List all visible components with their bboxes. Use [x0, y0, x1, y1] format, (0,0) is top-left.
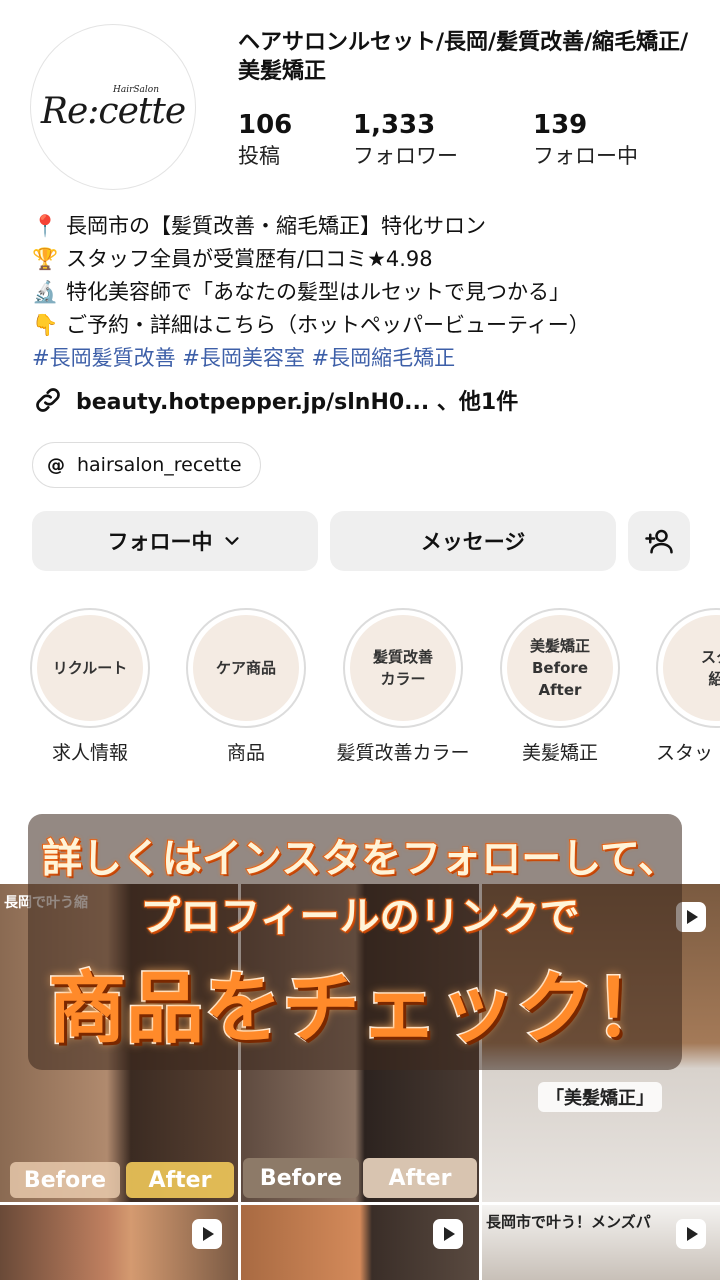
- highlight-ring: 美髪矯正 Before After: [500, 608, 620, 728]
- highlight-cover: 美髪矯正 Before After: [507, 615, 613, 721]
- message-button-label: メッセージ: [420, 530, 526, 554]
- highlight-recruit[interactable]: リクルート 求人情報: [30, 608, 150, 765]
- post-tile[interactable]: 長岡市で叶う！メンズパ: [482, 1205, 720, 1280]
- pin-icon: 📍: [32, 214, 59, 238]
- highlight-ring: ケア商品: [186, 608, 306, 728]
- following-button[interactable]: フォロー中: [32, 511, 318, 571]
- profile-avatar[interactable]: HairSalon Re:cette: [30, 24, 196, 190]
- stat-posts-label: 投稿: [238, 144, 280, 168]
- promo-line-1: 詳しくはインスタをフォローして、: [41, 835, 679, 883]
- bio-line-text: 特化美容師で「あなたの髪型はルセットで見つかる」: [66, 280, 570, 304]
- stat-followers-label: フォロワー: [353, 144, 458, 168]
- highlight-cover: ケア商品: [193, 615, 299, 721]
- highlight-caption: 美髪矯正: [521, 742, 598, 764]
- add-person-icon: [645, 529, 673, 554]
- profile-link[interactable]: beauty.hotpepper.jp/slnH0... 、他1件: [32, 384, 518, 416]
- threads-icon: @: [47, 454, 65, 476]
- reel-icon: [676, 1219, 706, 1249]
- following-button-label: フォロー中: [107, 530, 213, 554]
- before-label: Before: [10, 1162, 120, 1198]
- stat-posts[interactable]: 106 投稿: [238, 110, 292, 172]
- post-tag: 「美髪矯正」: [538, 1082, 662, 1112]
- pointing-down-icon: 👇: [32, 313, 59, 337]
- highlight-caption: 髪質改善カラー: [336, 742, 470, 764]
- logo-main-text: Re:cette: [40, 90, 186, 132]
- message-button[interactable]: メッセージ: [330, 511, 616, 571]
- post-tile[interactable]: [0, 1205, 238, 1280]
- stat-posts-value: 106: [238, 110, 293, 140]
- bio-line-text: ご予約・詳細はこちら（ホットペッパービューティー）: [66, 313, 590, 337]
- stat-following-value: 139: [533, 110, 588, 140]
- before-label: Before: [243, 1158, 359, 1198]
- suggest-users-button[interactable]: [628, 511, 690, 571]
- promo-line-3: 商品をチェック！: [46, 963, 673, 1056]
- highlight-ring: リクルート: [30, 608, 150, 728]
- stat-followers[interactable]: 1,333 フォロワー: [353, 110, 458, 172]
- after-label: After: [363, 1158, 477, 1198]
- highlight-staff[interactable]: スタ 紹 スタッ: [656, 608, 720, 765]
- highlight-products[interactable]: ケア商品 商品: [186, 608, 306, 765]
- highlight-ring: スタ 紹: [656, 608, 720, 728]
- logo-small-text: HairSalon: [113, 85, 160, 95]
- reel-icon: [192, 1219, 222, 1249]
- promo-line-2: プロフィールのリンクで: [139, 893, 580, 941]
- profile-bio: 📍 長岡市の【髪質改善・縮毛矯正】特化サロン 🏆 スタッフ全員が受賞歴有/口コミ★4…: [32, 210, 712, 375]
- post-caption: 長岡市で叶う！メンズパ: [486, 1213, 651, 1231]
- threads-chip[interactable]: @ hairsalon_recette: [32, 442, 261, 488]
- link-icon: [36, 388, 60, 412]
- highlight-caption: スタッ: [656, 742, 714, 764]
- trophy-icon: 🏆: [32, 247, 59, 271]
- highlight-ring: 髪質改善 カラー: [343, 608, 463, 728]
- reel-icon: [433, 1219, 463, 1249]
- bio-line: 🏆 スタッフ全員が受賞歴有/口コミ★4.98: [32, 243, 712, 276]
- highlight-caption: 求人情報: [51, 742, 128, 764]
- profile-link-text: beauty.hotpepper.jp/slnH0... 、他1件: [76, 390, 519, 415]
- bio-line-text: 長岡市の【髪質改善・縮毛矯正】特化サロン: [66, 214, 486, 238]
- bio-line: 👇 ご予約・詳細はこちら（ホットペッパービューティー）: [32, 309, 712, 342]
- stat-followers-value: 1,333: [353, 110, 436, 140]
- profile-title: ヘアサロンルセット/長岡/髪質改善/縮毛矯正/美髪矯正: [238, 30, 689, 84]
- bio-hashtags[interactable]: #長岡髪質改善 #長岡美容室 #長岡縮毛矯正: [32, 342, 712, 375]
- stat-following-label: フォロー中: [533, 144, 638, 168]
- bio-line: 🔬 特化美容師で「あなたの髪型はルセットで見つかる」: [32, 276, 712, 309]
- microscope-icon: 🔬: [32, 280, 59, 304]
- highlight-cover: スタ 紹: [663, 615, 720, 721]
- bio-line: 📍 長岡市の【髪質改善・縮毛矯正】特化サロン: [32, 210, 712, 243]
- post-tile[interactable]: [241, 1205, 479, 1280]
- bio-line-text: スタッフ全員が受賞歴有/口コミ★4.98: [66, 247, 433, 271]
- stat-following[interactable]: 139 フォロー中: [533, 110, 638, 172]
- highlight-cover: リクルート: [37, 615, 143, 721]
- highlight-caption: 商品: [226, 742, 265, 764]
- after-label: After: [126, 1162, 234, 1198]
- threads-handle: hairsalon_recette: [77, 454, 242, 476]
- chevron-down-icon: [224, 537, 239, 545]
- highlight-cover: 髪質改善 カラー: [350, 615, 456, 721]
- highlight-color[interactable]: 髪質改善 カラー 髪質改善カラー: [336, 608, 470, 765]
- highlight-straightening[interactable]: 美髪矯正 Before After 美髪矯正: [500, 608, 620, 765]
